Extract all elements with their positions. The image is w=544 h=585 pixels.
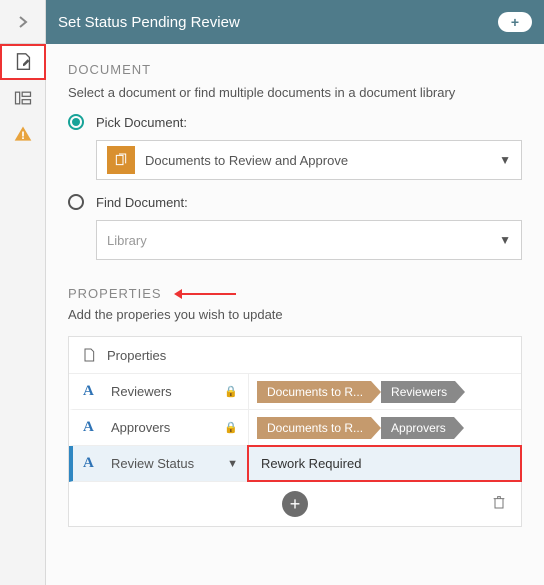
property-key-label: Approvers (111, 420, 170, 435)
document-section-sub: Select a document or find multiple docum… (68, 85, 522, 100)
find-document-value: Library (107, 233, 499, 248)
tag-chain: Documents to R... Reviewers (257, 381, 465, 403)
lock-icon: 🔒 (224, 421, 238, 434)
find-document-label: Find Document: (96, 195, 188, 210)
pick-document-value: Documents to Review and Approve (145, 153, 499, 168)
property-row[interactable]: A Approvers 🔒 Documents to R... Approver… (69, 410, 521, 446)
property-key-label: Reviewers (111, 384, 172, 399)
layout-icon[interactable] (0, 80, 46, 116)
radio-unchecked-icon (68, 194, 84, 210)
property-key: A Approvers 🔒 (73, 419, 248, 436)
text-type-icon: A (83, 419, 101, 436)
page-icon (81, 347, 97, 363)
left-rail (0, 0, 46, 585)
properties-section-title: PROPERTIES (68, 286, 162, 301)
find-document-radio[interactable]: Find Document: (68, 194, 522, 210)
main-panel: Set Status Pending Review + DOCUMENT Sel… (46, 0, 544, 585)
properties-table: Properties A Reviewers 🔒 Documents to R.… (68, 336, 522, 527)
document-section-title: DOCUMENT (68, 62, 522, 77)
property-key: A Reviewers 🔒 (73, 383, 248, 400)
properties-footer: + (69, 482, 521, 526)
tag-chain: Documents to R... Approvers (257, 417, 464, 439)
properties-section: PROPERTIES Add the properies you wish to… (68, 286, 522, 527)
properties-section-sub: Add the properies you wish to update (68, 307, 522, 322)
pick-document-label: Pick Document: (96, 115, 187, 130)
property-row-selected[interactable]: A Review Status ▼ (69, 446, 521, 482)
property-key: A Review Status ▼ (73, 455, 248, 472)
find-document-dropdown[interactable]: Library ▼ (96, 220, 522, 260)
delete-property-button[interactable] (491, 493, 507, 516)
warning-icon[interactable] (0, 116, 46, 152)
chevron-down-icon: ▼ (499, 233, 511, 247)
tag: Approvers (381, 417, 454, 439)
panel-body: DOCUMENT Select a document or find multi… (46, 44, 544, 585)
chevron-down-icon[interactable]: ▼ (227, 458, 238, 470)
property-value-input[interactable] (257, 446, 513, 481)
panel-title: Set Status Pending Review (58, 14, 240, 31)
property-value[interactable]: Documents to R... Reviewers (248, 374, 521, 409)
chevron-down-icon: ▼ (499, 153, 511, 167)
tag: Documents to R... (257, 417, 371, 439)
annotation-arrow (174, 289, 236, 299)
pick-document-dropdown[interactable]: Documents to Review and Approve ▼ (96, 140, 522, 180)
tag: Reviewers (381, 381, 455, 403)
property-value-input-wrap (248, 446, 521, 481)
add-badge-button[interactable]: + (498, 12, 532, 32)
pick-document-radio[interactable]: Pick Document: (68, 114, 522, 130)
text-type-icon: A (83, 455, 101, 472)
text-type-icon: A (83, 383, 101, 400)
panel-header: Set Status Pending Review + (46, 0, 544, 44)
properties-table-header: Properties (69, 337, 521, 374)
tag: Documents to R... (257, 381, 371, 403)
properties-header-label: Properties (107, 348, 166, 363)
lock-icon: 🔒 (224, 385, 238, 398)
document-edit-icon[interactable] (0, 44, 46, 80)
document-collection-icon (107, 146, 135, 174)
property-value[interactable]: Documents to R... Approvers (248, 410, 521, 445)
property-row[interactable]: A Reviewers 🔒 Documents to R... Reviewer… (69, 374, 521, 410)
radio-checked-icon (68, 114, 84, 130)
property-key-label: Review Status (111, 456, 194, 471)
collapse-button[interactable] (0, 0, 46, 44)
add-property-button[interactable]: + (282, 491, 308, 517)
